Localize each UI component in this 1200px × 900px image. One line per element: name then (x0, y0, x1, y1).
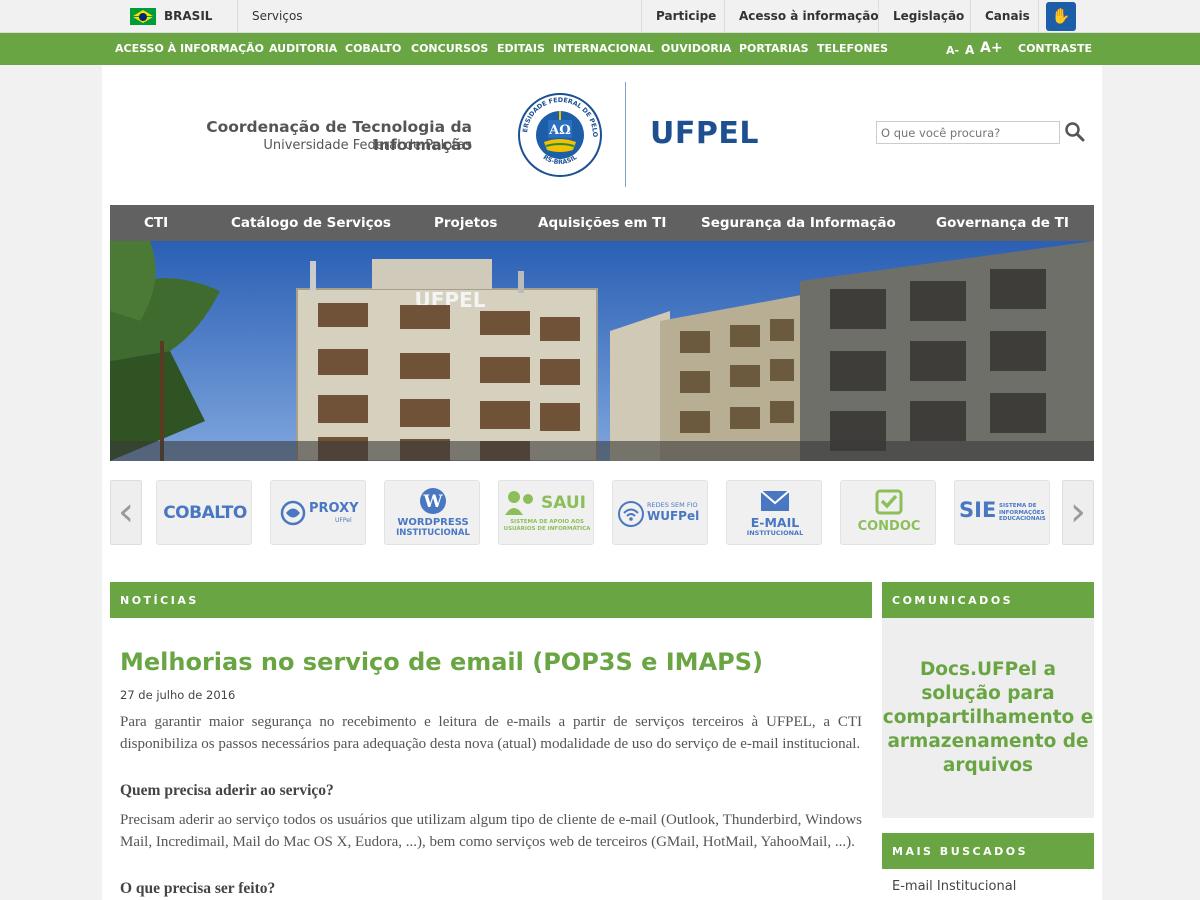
brasil-link[interactable]: BRASIL (164, 9, 212, 23)
topnav-auditoria[interactable]: AUDITORIA (269, 42, 337, 55)
font-increase-button[interactable]: A+ (980, 40, 1003, 56)
topnav-telefones[interactable]: TELEFONES (817, 42, 888, 55)
menu-cti[interactable]: CTI (144, 215, 168, 231)
canais-link[interactable]: Canais (985, 9, 1030, 23)
acesso-informacao-link[interactable]: Acesso à informação (739, 9, 879, 23)
tile-condoc[interactable]: CONDOC (840, 480, 936, 545)
news-question-2: O que precisa ser feito? (120, 880, 276, 897)
wifi-icon (618, 501, 644, 527)
carousel-prev-button[interactable]: ‹ (110, 480, 142, 545)
menu-projetos[interactable]: Projetos (434, 215, 497, 231)
menu-aquisicoes-ti[interactable]: Aquisições em TI (538, 215, 666, 231)
font-normal-button[interactable]: A (965, 43, 974, 57)
svg-text:W: W (422, 492, 443, 512)
libras-accessibility-icon[interactable]: ✋ (1046, 2, 1076, 31)
gov-bar: BRASIL Serviços Participe Acesso à infor… (0, 0, 1200, 33)
news-paragraph-2: Precisam aderir ao serviço todos os usuá… (120, 812, 862, 850)
tile-cobalto[interactable]: COBALTO (156, 480, 252, 545)
contrast-toggle[interactable]: CONTRASTE (1018, 42, 1092, 55)
tile-sie[interactable]: SIE SISTEMA DE INFORMAÇÕES EDUCACIONAIS (954, 480, 1050, 545)
checkbox-document-icon (875, 489, 903, 515)
news-section-header: NOTÍCIAS (110, 582, 872, 618)
topnav-ouvidoria[interactable]: OUVIDORIA (661, 42, 731, 55)
legislacao-link[interactable]: Legislação (893, 9, 964, 23)
top-nav: ACESSO À INFORMAÇÃO AUDITORIA COBALTO CO… (0, 33, 1200, 65)
tile-saui[interactable]: SAUI SISTEMA DE APOIO AOS USUÁRIOS DE IN… (498, 480, 594, 545)
hero-banner-image: UFPEL (110, 241, 1094, 461)
tile-email[interactable]: E-MAIL INSTITUCIONAL (726, 480, 822, 545)
news-paragraph-1: Para garantir maior segurança no recebim… (120, 714, 862, 752)
tile-wordpress[interactable]: W WORDPRESS INSTITUCIONAL (384, 480, 480, 545)
site-subtitle: Universidade Federal de Pelotas (263, 138, 472, 153)
news-question-1: Quem precisa aderir ao serviço? (120, 782, 334, 799)
university-seal-icon[interactable]: UNIVERSIDADE FEDERAL DE PELOTAS AΩ RS-BR… (517, 92, 603, 178)
ufpel-logo[interactable]: UFPEL (650, 116, 759, 151)
brazil-flag-icon[interactable] (130, 8, 156, 25)
topnav-acesso-informacao[interactable]: ACESSO À INFORMAÇÃO (115, 42, 264, 55)
carousel-next-button[interactable]: › (1062, 480, 1094, 545)
topnav-cobalto[interactable]: COBALTO (345, 42, 401, 55)
menu-seguranca-informacao[interactable]: Segurança da Informação (701, 215, 896, 231)
comunicados-header: COMUNICADOS (882, 582, 1094, 618)
participe-link[interactable]: Participe (656, 9, 716, 23)
font-decrease-button[interactable]: A- (946, 44, 959, 57)
topnav-concursos[interactable]: CONCURSOS (411, 42, 488, 55)
saui-users-icon (505, 491, 533, 515)
mais-buscados-item[interactable]: E-mail Institucional (892, 879, 1016, 894)
menu-governanca-ti[interactable]: Governança de TI (936, 215, 1069, 231)
topnav-portarias[interactable]: PORTARIAS (739, 42, 809, 55)
proxy-globe-icon (280, 500, 306, 526)
comunicado-text[interactable]: Docs.UFPel a solução para compartilhamen… (882, 658, 1094, 778)
mais-buscados-header: MAIS BUSCADOS (882, 833, 1094, 869)
wordpress-icon: W (420, 488, 446, 514)
news-date: 27 de julho de 2016 (120, 688, 236, 702)
servicos-link[interactable]: Serviços (252, 9, 303, 23)
main-menu: CTI Catálogo de Serviços Projetos Aquisi… (110, 205, 1094, 241)
search-input[interactable] (876, 121, 1060, 144)
envelope-icon (760, 490, 790, 511)
topnav-editais[interactable]: EDITAIS (497, 42, 545, 55)
menu-catalogo-servicos[interactable]: Catálogo de Serviços (231, 215, 391, 231)
header-divider (625, 82, 626, 187)
tile-proxy[interactable]: PROXY UFPel (270, 480, 366, 545)
news-title[interactable]: Melhorias no serviço de email (POP3S e I… (120, 648, 763, 676)
search-icon[interactable] (1064, 120, 1086, 144)
tile-wufpel[interactable]: REDES SEM FIO WUFPel (612, 480, 708, 545)
topnav-internacional[interactable]: INTERNACIONAL (553, 42, 654, 55)
svg-text:AΩ: AΩ (548, 123, 571, 138)
